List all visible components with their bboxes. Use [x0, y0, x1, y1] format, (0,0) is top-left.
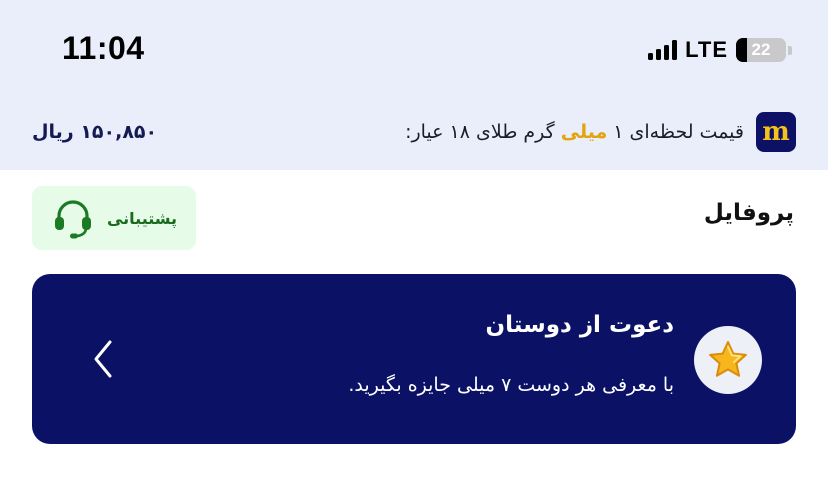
invite-friends-card[interactable]: دعوت از دوستان با معرفی هر دوست ۷ میلی ج…: [32, 274, 796, 444]
invite-card-subtitle: با معرفی هر دوست ۷ میلی جایزه بگیرید.: [348, 374, 674, 396]
battery-nub: [788, 45, 792, 55]
top-area: 11:04 LTE 22 m قیمت لحظه‌ای ۱ میلی گرم ط…: [0, 0, 828, 170]
star-icon: [709, 341, 747, 377]
support-label: پشتیبانی: [106, 208, 178, 228]
headset-icon: [54, 200, 91, 239]
page-title: پروفایل: [703, 200, 794, 226]
gold-price-value: ۱۵۰,۸۵۰ ریال: [32, 121, 158, 143]
support-button[interactable]: پشتیبانی: [32, 186, 196, 250]
gold-price-title: قیمت لحظه‌ای ۱ میلی گرم طلای ۱۸ عیار:: [405, 121, 744, 143]
app-logo: m: [756, 112, 796, 152]
chevron-left-icon: [94, 340, 112, 378]
invite-card-title: دعوت از دوستان: [485, 312, 674, 338]
gold-price-info: m قیمت لحظه‌ای ۱ میلی گرم طلای ۱۸ عیار:: [405, 112, 796, 152]
gold-price-row: m قیمت لحظه‌ای ۱ میلی گرم طلای ۱۸ عیار: …: [32, 112, 796, 152]
gold-price-title-start: قیمت لحظه‌ای ۱: [613, 121, 744, 143]
gold-price-title-end: گرم طلای ۱۸ عیار:: [405, 121, 555, 143]
cellular-signal-icon: [648, 40, 678, 60]
battery-icon: 22: [736, 38, 786, 62]
status-indicators: LTE 22: [648, 36, 792, 64]
gold-price-title-highlight: میلی: [560, 121, 608, 143]
battery-level: 22: [751, 40, 771, 59]
star-badge: [694, 326, 762, 394]
status-time: 11:04: [62, 30, 145, 66]
network-type: LTE: [685, 37, 728, 62]
